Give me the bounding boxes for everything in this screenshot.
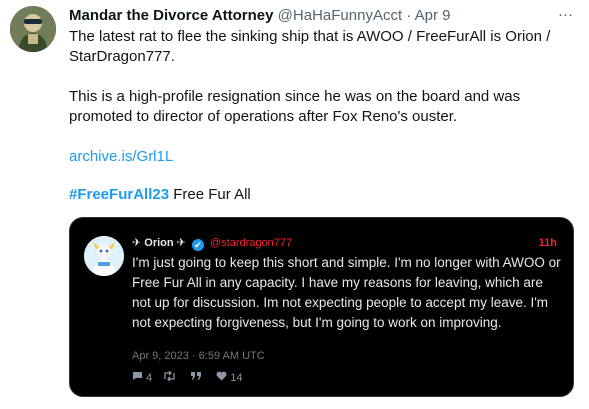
reply-action[interactable]: 4 [132, 370, 152, 386]
tweet-paragraph-2: This is a high-profile resignation since… [69, 88, 521, 125]
author-handle[interactable]: @HaHaFunnyAcct [278, 7, 402, 24]
embedded-author-avatar[interactable] [84, 236, 124, 276]
tweet-paragraph-1: The latest rat to flee the sinking ship … [69, 28, 551, 65]
embedded-display-name[interactable]: ✈ Orion ✈ [132, 237, 186, 249]
author-display-name[interactable]: Mandar the Divorce Attorney [69, 7, 274, 24]
embedded-tweet-date: Apr 9, 2023 · 6:59 AM UTC [132, 350, 265, 362]
tweet-hashtag-line: #FreeFurAll23 Free Fur All [69, 185, 251, 205]
embedded-tweet-text: I'm just going to keep this short and si… [132, 255, 561, 330]
heart-icon [216, 370, 227, 386]
tweet-link-line: archive.is/Grl1L [69, 147, 173, 167]
retweet-icon [163, 370, 176, 386]
hashtag-link[interactable]: #FreeFurAll23 [69, 186, 169, 203]
quote-icon [190, 370, 202, 386]
embedded-action-bar: 4 14 [132, 370, 251, 386]
verified-badge-icon: ✔ [191, 239, 204, 251]
retweet-action[interactable] [163, 370, 179, 386]
reply-icon [132, 370, 143, 386]
tweet-date[interactable]: Apr 9 [415, 7, 451, 24]
embedded-tweet-card[interactable]: ✈ Orion ✈ ✔ @stardragon777 11h I'm just … [69, 217, 574, 397]
tweet[interactable]: Mandar the Divorce Attorney @HaHaFunnyAc… [0, 0, 589, 409]
author-avatar[interactable] [10, 6, 56, 52]
embedded-tweet-time[interactable]: 11h [539, 234, 557, 252]
separator-dot: · [406, 7, 412, 24]
like-action[interactable]: 14 [216, 370, 243, 386]
tweet-header: Mandar the Divorce Attorney @HaHaFunnyAc… [69, 5, 549, 27]
embedded-handle[interactable]: @stardragon777 [210, 237, 292, 249]
hashtag-suffix: Free Fur All [173, 186, 251, 203]
embedded-tweet-header: ✈ Orion ✈ ✔ @stardragon777 [132, 234, 292, 252]
reply-count: 4 [146, 372, 153, 384]
more-options-icon[interactable]: … [556, 4, 576, 25]
like-count: 14 [230, 372, 243, 384]
archive-link[interactable]: archive.is/Grl1L [69, 148, 173, 165]
quote-action[interactable] [190, 370, 205, 386]
